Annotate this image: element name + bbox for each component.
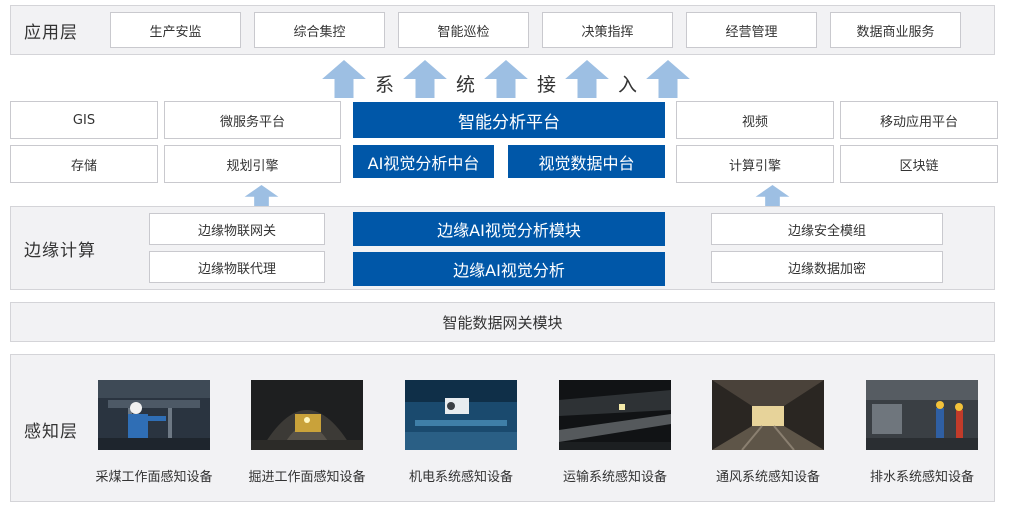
device-caption: 运输系统感知设备 bbox=[562, 470, 668, 485]
smart-analysis-platform[interactable]: 智能分析平台 bbox=[353, 102, 665, 138]
app-item-data-commercial-service[interactable]: 数据商业服务 bbox=[830, 12, 961, 48]
edge-iot-agent[interactable]: 边缘物联代理 bbox=[149, 251, 325, 283]
app-item-smart-inspection[interactable]: 智能巡检 bbox=[398, 12, 529, 48]
device-drainage[interactable]: 排水系统感知设备 bbox=[866, 380, 978, 485]
app-item-integrated-control[interactable]: 综合集控 bbox=[254, 12, 385, 48]
up-arrow-icon bbox=[645, 60, 691, 98]
up-arrow-icon bbox=[564, 60, 610, 98]
electromechanical-photo bbox=[405, 380, 517, 450]
app-item-production-safety[interactable]: 生产安监 bbox=[110, 12, 241, 48]
platform-video[interactable]: 视频 bbox=[676, 101, 834, 139]
up-arrow-icon bbox=[321, 60, 367, 98]
platform-blockchain[interactable]: 区块链 bbox=[840, 145, 998, 183]
app-item-decision-command[interactable]: 决策指挥 bbox=[542, 12, 673, 48]
platform-microservice[interactable]: 微服务平台 bbox=[164, 101, 341, 139]
device-caption: 机电系统感知设备 bbox=[408, 470, 514, 485]
edge-iot-gateway[interactable]: 边缘物联网关 bbox=[149, 213, 325, 245]
up-arrow-icon bbox=[402, 60, 448, 98]
ventilation-photo bbox=[712, 380, 824, 450]
device-coal-mining-face[interactable]: 采煤工作面感知设备 bbox=[95, 380, 213, 485]
up-arrow-icon bbox=[244, 185, 279, 207]
perception-layer-title: 感知层 bbox=[24, 422, 78, 442]
platform-gis[interactable]: GIS bbox=[10, 101, 158, 139]
drainage-photo bbox=[866, 380, 978, 450]
edge-security-module[interactable]: 边缘安全模组 bbox=[711, 213, 943, 245]
device-caption: 采煤工作面感知设备 bbox=[95, 470, 213, 485]
access-char-2: 统 bbox=[456, 74, 476, 96]
smart-data-gateway-module[interactable]: 智能数据网关模块 bbox=[10, 302, 995, 342]
vision-data-center[interactable]: 视觉数据中台 bbox=[508, 145, 665, 178]
up-arrow-icon bbox=[483, 60, 529, 98]
application-layer-title: 应用层 bbox=[24, 23, 78, 43]
platform-mobile-app[interactable]: 移动应用平台 bbox=[840, 101, 998, 139]
app-item-operations-management[interactable]: 经营管理 bbox=[686, 12, 817, 48]
device-caption: 掘进工作面感知设备 bbox=[248, 470, 366, 485]
platform-planning-engine[interactable]: 规划引擎 bbox=[164, 145, 341, 183]
access-char-3: 接 bbox=[537, 74, 557, 96]
edge-computing-title: 边缘计算 bbox=[24, 241, 96, 261]
device-caption: 排水系统感知设备 bbox=[869, 470, 975, 485]
edge-data-encryption[interactable]: 边缘数据加密 bbox=[711, 251, 943, 283]
ai-vision-analysis-center[interactable]: AI视觉分析中台 bbox=[353, 145, 494, 178]
edge-ai-vision-analysis[interactable]: 边缘AI视觉分析 bbox=[353, 252, 665, 286]
platform-storage[interactable]: 存储 bbox=[10, 145, 158, 183]
transport-photo bbox=[559, 380, 671, 450]
tunneling-photo bbox=[251, 380, 363, 450]
platform-compute-engine[interactable]: 计算引擎 bbox=[676, 145, 834, 183]
device-caption: 通风系统感知设备 bbox=[715, 470, 821, 485]
device-ventilation[interactable]: 通风系统感知设备 bbox=[712, 380, 824, 485]
device-electromechanical[interactable]: 机电系统感知设备 bbox=[405, 380, 517, 485]
device-tunneling-face[interactable]: 掘进工作面感知设备 bbox=[248, 380, 366, 485]
access-char-4: 入 bbox=[618, 74, 638, 96]
access-char-1: 系 bbox=[375, 74, 395, 96]
edge-ai-vision-module[interactable]: 边缘AI视觉分析模块 bbox=[353, 212, 665, 246]
device-transport[interactable]: 运输系统感知设备 bbox=[559, 380, 671, 485]
up-arrow-icon bbox=[755, 185, 790, 207]
coal-mining-photo bbox=[98, 380, 210, 450]
